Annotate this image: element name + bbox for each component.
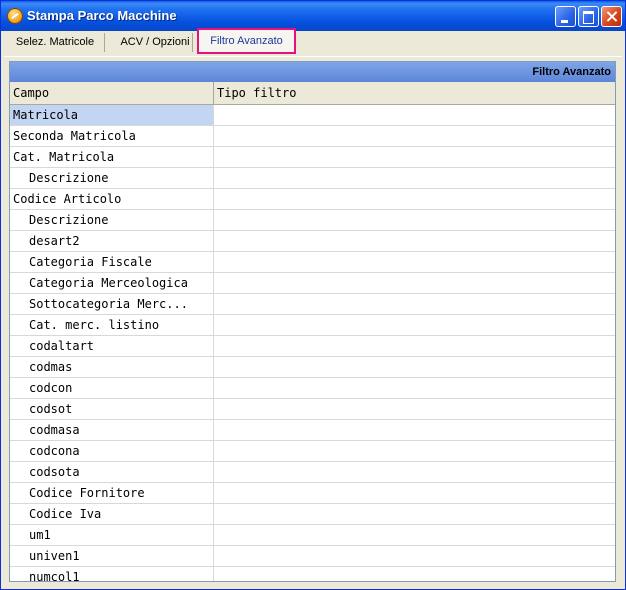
panel-caption: Filtro Avanzato: [10, 62, 615, 82]
cell-campo[interactable]: Cat. Matricola: [10, 147, 214, 167]
cell-tipo-filtro[interactable]: [214, 357, 615, 377]
table-row[interactable]: codaltart: [10, 336, 615, 357]
tab-separator: [192, 33, 193, 52]
cell-campo[interactable]: Categoria Fiscale: [10, 252, 214, 272]
minimize-button[interactable]: [555, 6, 576, 27]
cell-campo[interactable]: codsot: [10, 399, 214, 419]
cell-tipo-filtro[interactable]: [214, 378, 615, 398]
cell-tipo-filtro[interactable]: [214, 336, 615, 356]
cell-tipo-filtro[interactable]: [214, 252, 615, 272]
column-header-campo[interactable]: Campo: [10, 82, 214, 104]
cell-tipo-filtro[interactable]: [214, 567, 615, 581]
cell-campo[interactable]: Seconda Matricola: [10, 126, 214, 146]
cell-campo[interactable]: codmasa: [10, 420, 214, 440]
grid-header: Campo Tipo filtro: [10, 82, 615, 105]
table-row[interactable]: numcol1: [10, 567, 615, 581]
table-row[interactable]: Seconda Matricola: [10, 126, 615, 147]
table-row[interactable]: codcona: [10, 441, 615, 462]
cell-campo[interactable]: Codice Articolo: [10, 189, 214, 209]
table-row[interactable]: Codice Iva: [10, 504, 615, 525]
cell-campo[interactable]: um1: [10, 525, 214, 545]
cell-campo[interactable]: Matricola: [10, 105, 214, 125]
cell-campo[interactable]: desart2: [10, 231, 214, 251]
table-row[interactable]: Cat. merc. listino: [10, 315, 615, 336]
cell-tipo-filtro[interactable]: [214, 126, 615, 146]
table-row[interactable]: Sottocategoria Merc...: [10, 294, 615, 315]
cell-tipo-filtro[interactable]: [214, 399, 615, 419]
table-row[interactable]: Matricola: [10, 105, 615, 126]
cell-tipo-filtro[interactable]: [214, 462, 615, 482]
tab-filtro-avanzato[interactable]: Filtro Avanzato: [197, 28, 296, 54]
title-bar[interactable]: Stampa Parco Macchine: [1, 1, 625, 31]
table-row[interactable]: univen1: [10, 546, 615, 567]
cell-tipo-filtro[interactable]: [214, 147, 615, 167]
cell-campo[interactable]: codmas: [10, 357, 214, 377]
table-row[interactable]: Cat. Matricola: [10, 147, 615, 168]
cell-campo[interactable]: Cat. merc. listino: [10, 315, 214, 335]
column-header-tipo-filtro[interactable]: Tipo filtro: [214, 82, 615, 104]
cell-campo[interactable]: Descrizione: [10, 168, 214, 188]
cell-tipo-filtro[interactable]: [214, 168, 615, 188]
cell-campo[interactable]: Codice Iva: [10, 504, 214, 524]
cell-tipo-filtro[interactable]: [214, 231, 615, 251]
tab-bar: Selez. Matricole ACV / Opzioni Filtro Av…: [4, 28, 622, 56]
cell-campo[interactable]: univen1: [10, 546, 214, 566]
table-row[interactable]: Categoria Fiscale: [10, 252, 615, 273]
panel-caption-text: Filtro Avanzato: [532, 66, 611, 78]
cell-campo[interactable]: codsota: [10, 462, 214, 482]
cell-campo[interactable]: codcon: [10, 378, 214, 398]
cell-campo[interactable]: Descrizione: [10, 210, 214, 230]
cell-tipo-filtro[interactable]: [214, 441, 615, 461]
window-title: Stampa Parco Macchine: [27, 8, 177, 23]
cell-campo[interactable]: Codice Fornitore: [10, 483, 214, 503]
cell-campo[interactable]: Categoria Merceologica: [10, 273, 214, 293]
maximize-icon: [583, 11, 594, 24]
table-row[interactable]: codmas: [10, 357, 615, 378]
table-row[interactable]: codmasa: [10, 420, 615, 441]
cell-tipo-filtro[interactable]: [214, 315, 615, 335]
tab-separator: [104, 33, 105, 52]
cell-campo[interactable]: numcol1: [10, 567, 214, 581]
cell-tipo-filtro[interactable]: [214, 525, 615, 545]
table-row[interactable]: Descrizione: [10, 210, 615, 231]
table-row[interactable]: codsot: [10, 399, 615, 420]
table-row[interactable]: codsota: [10, 462, 615, 483]
filter-panel: Filtro Avanzato Campo Tipo filtro Matric…: [9, 61, 616, 582]
cell-campo[interactable]: codaltart: [10, 336, 214, 356]
table-row[interactable]: desart2: [10, 231, 615, 252]
cell-tipo-filtro[interactable]: [214, 294, 615, 314]
close-button[interactable]: [601, 6, 622, 27]
tab-selez-matricole[interactable]: Selez. Matricole: [6, 31, 104, 54]
cell-tipo-filtro[interactable]: [214, 189, 615, 209]
cell-tipo-filtro[interactable]: [214, 420, 615, 440]
table-row[interactable]: codcon: [10, 378, 615, 399]
maximize-button[interactable]: [578, 6, 599, 27]
table-row[interactable]: um1: [10, 525, 615, 546]
cell-tipo-filtro[interactable]: [214, 210, 615, 230]
cell-campo[interactable]: codcona: [10, 441, 214, 461]
cell-tipo-filtro[interactable]: [214, 483, 615, 503]
table-row[interactable]: Codice Fornitore: [10, 483, 615, 504]
table-row[interactable]: Categoria Merceologica: [10, 273, 615, 294]
cell-tipo-filtro[interactable]: [214, 105, 615, 125]
cell-tipo-filtro[interactable]: [214, 273, 615, 293]
table-row[interactable]: Descrizione: [10, 168, 615, 189]
table-row[interactable]: Codice Articolo: [10, 189, 615, 210]
cell-campo[interactable]: Sottocategoria Merc...: [10, 294, 214, 314]
grid-body: Matricola Seconda Matricola Cat. Matricola…: [10, 105, 615, 581]
minimize-icon: [561, 20, 568, 23]
cell-tipo-filtro[interactable]: [214, 546, 615, 566]
cell-tipo-filtro[interactable]: [214, 504, 615, 524]
app-window: Stampa Parco Macchine Selez. Matricole A…: [0, 0, 626, 590]
tab-acv-opzioni[interactable]: ACV / Opzioni: [107, 31, 203, 54]
app-icon: [7, 8, 23, 24]
tab-divider: [4, 56, 622, 57]
